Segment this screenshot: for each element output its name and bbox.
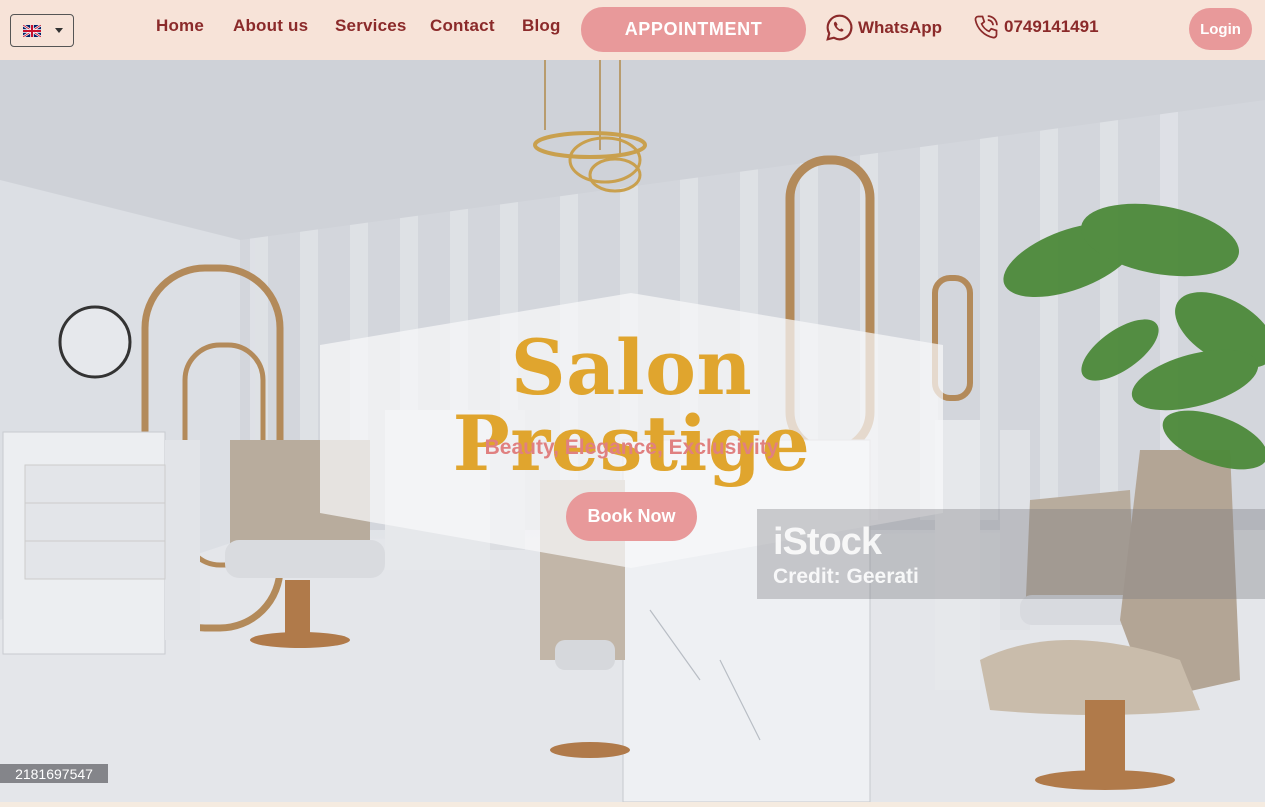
watermark-credit: Credit: Geerati (773, 565, 919, 588)
nav-home[interactable]: Home (156, 16, 204, 36)
uk-flag-icon (23, 24, 41, 37)
phone-number: 0749141491 (1004, 17, 1099, 36)
nav-services[interactable]: Services (335, 16, 407, 36)
whatsapp-link[interactable]: WhatsApp (825, 13, 942, 42)
nav-contact[interactable]: Contact (430, 16, 495, 36)
nav-about-us[interactable]: About us (233, 16, 308, 36)
hero-section: Salon Prestige Beauty, Elegance, Exclusi… (0, 60, 1265, 802)
phone-link[interactable]: 0749141491 (972, 13, 1099, 41)
whatsapp-label: WhatsApp (858, 17, 943, 37)
top-navbar: Home About us Services Contact Blog APPO… (0, 0, 1265, 60)
image-id-label: 2181697547 (0, 764, 108, 783)
chevron-down-icon (55, 28, 63, 33)
istock-logo: iStock (773, 521, 882, 563)
page-bottom-strip (0, 802, 1265, 807)
phone-icon (974, 15, 998, 39)
language-selector[interactable] (10, 14, 74, 47)
hero-subtitle: Beauty, Elegance, Exclusivity (484, 436, 779, 459)
nav-blog[interactable]: Blog (522, 16, 561, 36)
login-button[interactable]: Login (1189, 8, 1252, 50)
book-now-button[interactable]: Book Now (566, 492, 697, 541)
whatsapp-icon (826, 14, 853, 41)
appointment-button[interactable]: APPOINTMENT (581, 7, 806, 52)
stock-watermark: iStock Credit: Geerati (757, 509, 1265, 599)
